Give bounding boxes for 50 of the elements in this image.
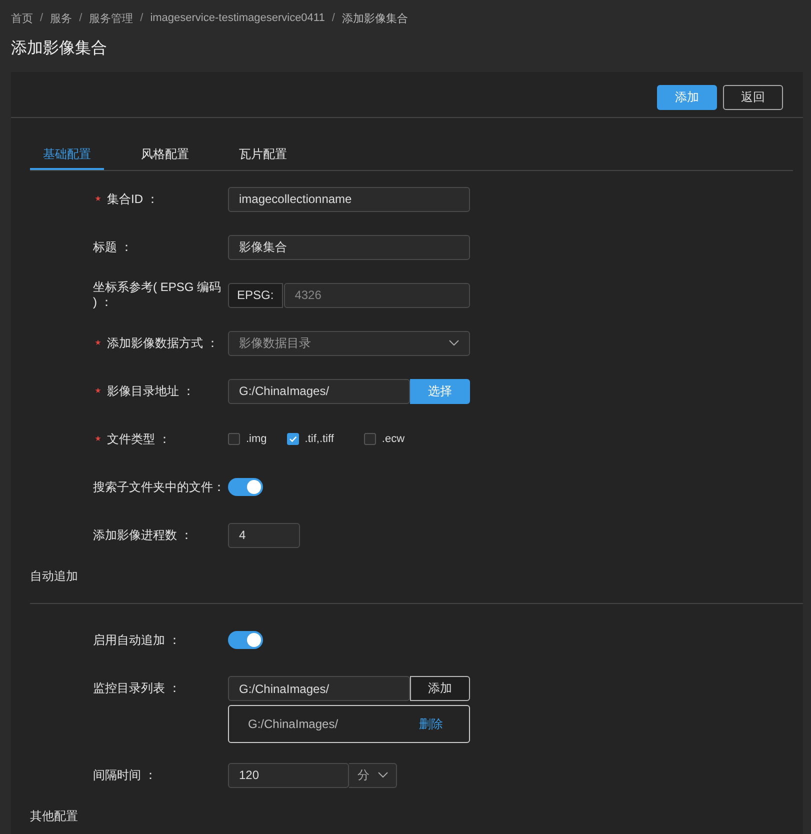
breadcrumb-link[interactable]: 添加影像集合 <box>342 10 408 26</box>
field-label: 集合ID ： <box>107 192 158 206</box>
input-field[interactable]: G:/ChinaImages/ <box>228 378 410 404</box>
checkbox[interactable] <box>228 433 240 445</box>
input-field[interactable]: 影像集合 <box>228 234 470 260</box>
tab[interactable]: 瓦片配置 <box>226 143 300 170</box>
breadcrumb-link[interactable]: 服务 <box>50 10 72 26</box>
input-field[interactable]: 4 <box>228 522 300 548</box>
field-label: 监控目录列表 ： <box>93 681 180 696</box>
breadcrumb-separator: / <box>79 12 82 24</box>
input-field[interactable]: G:/ChinaImages/ <box>228 676 410 701</box>
checkbox[interactable] <box>364 433 376 445</box>
section-heading: 自动追加 <box>30 568 79 585</box>
unit-dropdown[interactable]: 分 <box>349 762 397 788</box>
input-addon: EPSG: <box>228 282 283 308</box>
tab[interactable]: 基础配置 <box>30 143 104 170</box>
toggle-switch[interactable] <box>228 631 263 649</box>
field-label: 文件类型 ： <box>107 432 170 446</box>
breadcrumb-separator: / <box>40 12 44 24</box>
breadcrumb-separator: / <box>332 12 335 24</box>
field-label: 坐标系参考( EPSG 编码 ) ： <box>93 280 222 310</box>
input-field[interactable]: 4326 <box>284 282 470 308</box>
chevron-down-icon <box>449 340 459 346</box>
field-label: 间隔时间 ： <box>93 768 156 782</box>
breadcrumb-link[interactable]: 服务管理 <box>89 10 134 26</box>
checkbox[interactable] <box>286 433 299 445</box>
field-label: 启用自动追加 ： <box>93 632 180 648</box>
add-button[interactable]: 添加 <box>410 676 470 701</box>
section-heading: 其他配置 <box>30 808 79 825</box>
checkbox-label: .img <box>246 433 267 445</box>
breadcrumb-separator: / <box>140 12 144 24</box>
field-label: 搜索子文件夹中的文件： <box>93 480 225 494</box>
toggle-switch[interactable] <box>228 478 263 496</box>
input-field[interactable]: imagecollectionname <box>228 186 470 212</box>
delete-link[interactable]: 删除 <box>419 716 443 732</box>
field-label: 添加影像数据方式 ： <box>107 336 218 350</box>
dropdown[interactable]: 影像数据目录 <box>228 330 470 356</box>
chevron-down-icon <box>378 772 388 778</box>
field-label: 标题 ： <box>93 240 132 254</box>
checkbox-label: .tif,.tiff <box>304 433 334 445</box>
checkbox-label: .ecw <box>382 433 405 445</box>
tab[interactable]: 风格配置 <box>128 143 202 170</box>
directory-path: G:/ChinaImages/ <box>248 717 338 731</box>
back-button[interactable]: 返回 <box>723 85 783 110</box>
page-title: 添加影像集合 <box>11 38 108 59</box>
field-label: 影像目录地址 ： <box>107 384 194 398</box>
input-field[interactable]: 120 <box>228 762 349 788</box>
breadcrumb-link[interactable]: 首页 <box>11 10 33 26</box>
breadcrumb-link[interactable]: imageservice-testimageservice0411 <box>150 12 325 24</box>
field-label: 添加影像进程数 ： <box>93 528 192 542</box>
